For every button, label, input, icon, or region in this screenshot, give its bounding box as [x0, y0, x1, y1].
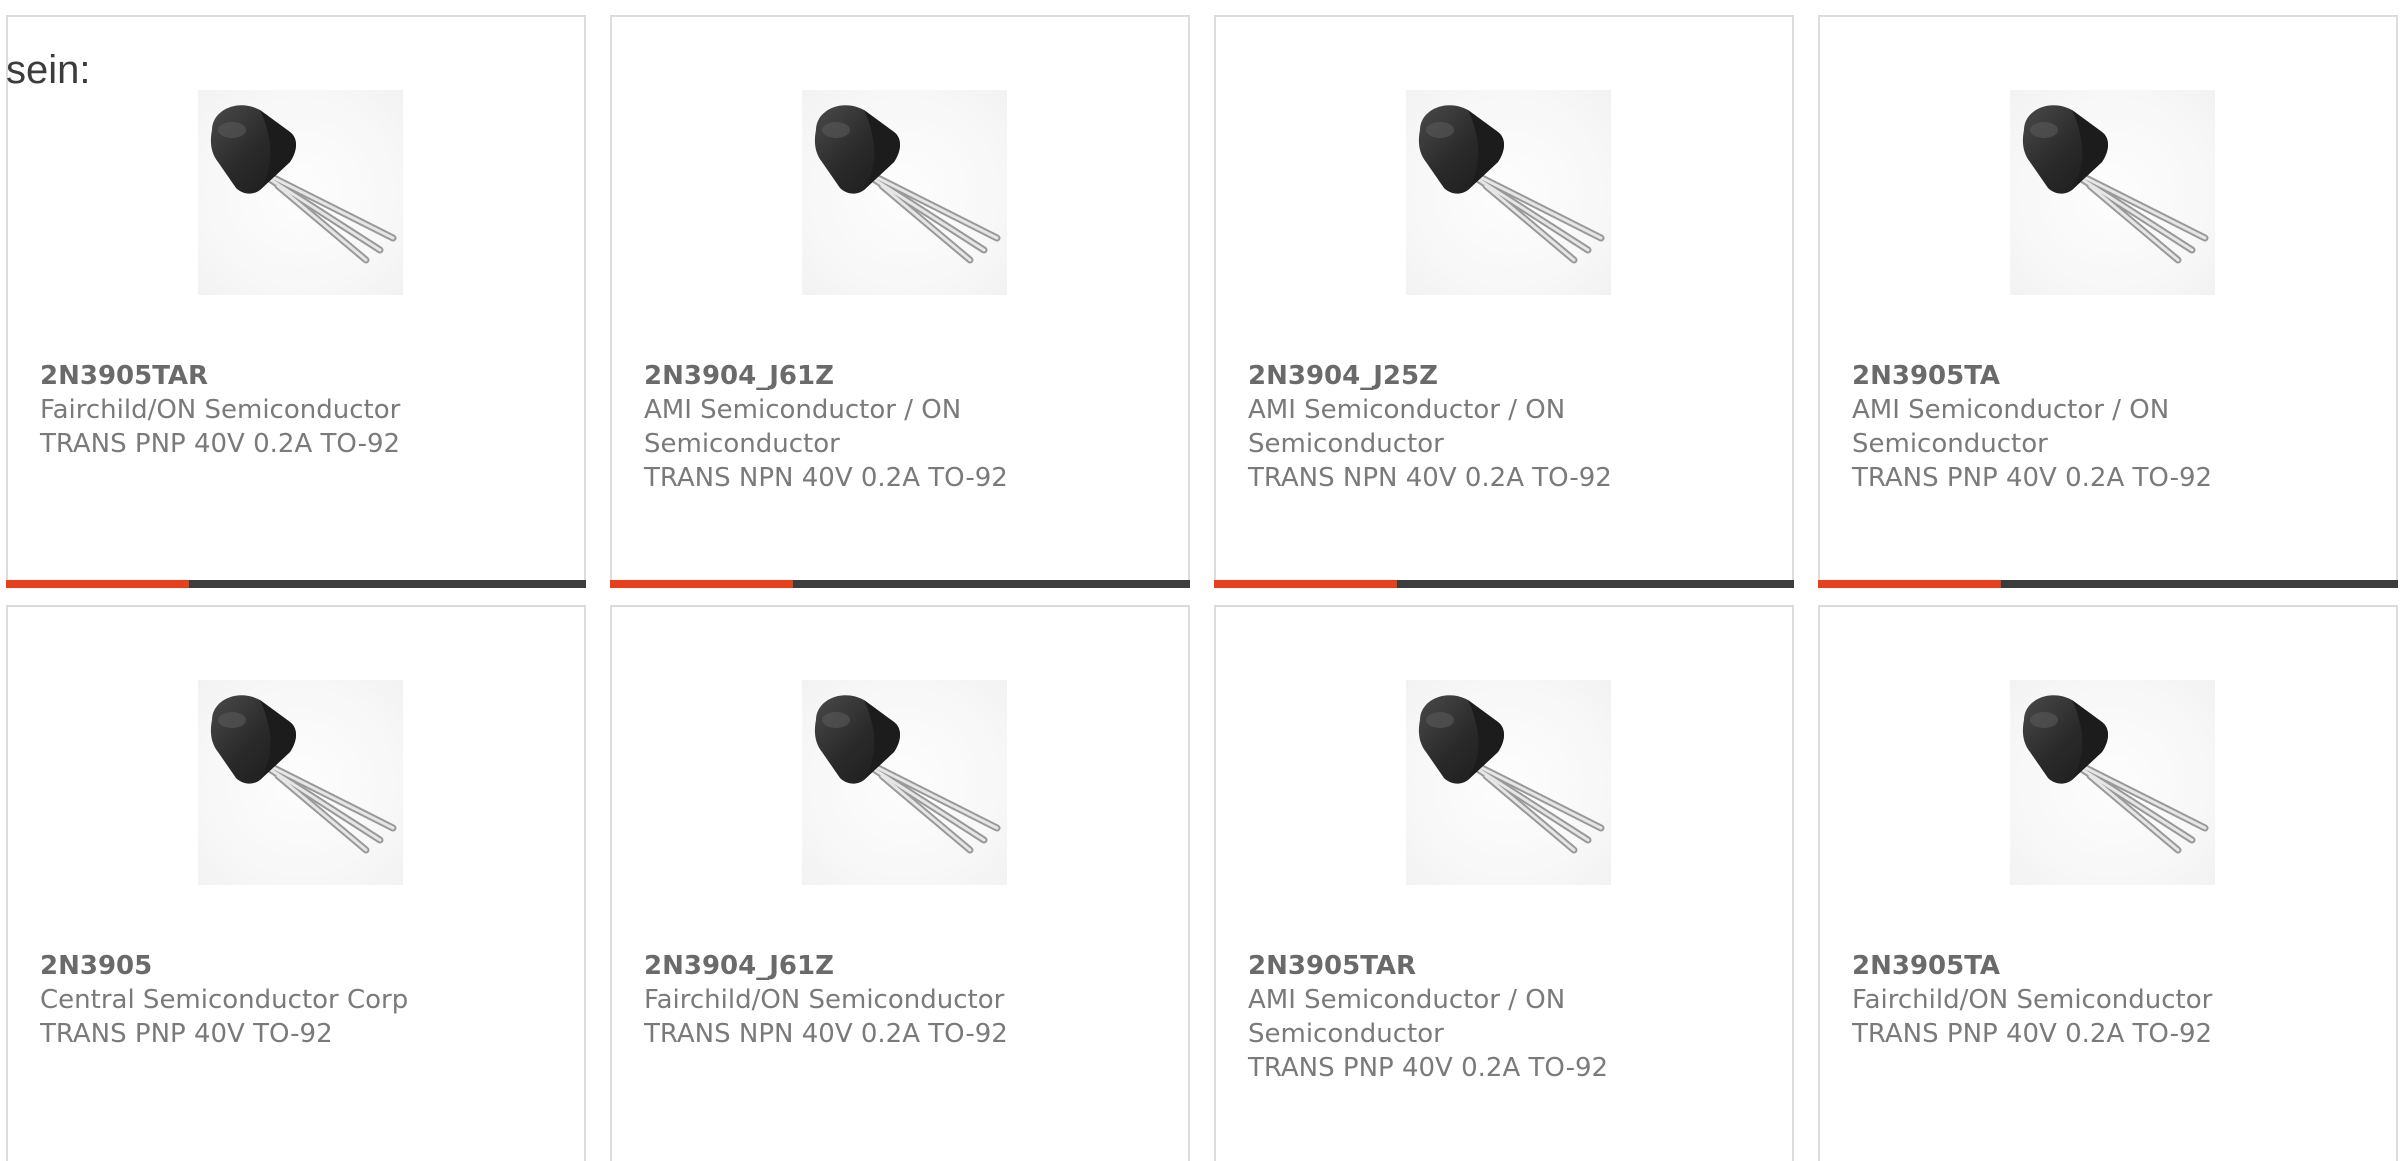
- product-image[interactable]: [198, 680, 403, 885]
- product-card[interactable]: 2N3905TAR AMI Semiconductor / ON Semicon…: [1214, 605, 1794, 1161]
- product-image[interactable]: [1406, 90, 1611, 295]
- part-number-link[interactable]: 2N3904_J61Z: [644, 949, 1064, 983]
- description-text: TRANS PNP 40V 0.2A TO-92: [1852, 463, 2213, 493]
- card-accent-bar: [1214, 580, 1397, 588]
- product-image[interactable]: [802, 90, 1007, 295]
- manufacturer-text: Central Semiconductor Corp: [40, 985, 409, 1015]
- to92-transistor-icon: [2010, 90, 2215, 295]
- product-card[interactable]: 2N3905TAR Fairchild/ON Semiconductor TRA…: [6, 15, 586, 588]
- to92-transistor-icon: [198, 680, 403, 885]
- product-card[interactable]: 2N3905 Central Semiconductor Corp TRANS …: [6, 605, 586, 1161]
- part-number-link[interactable]: 2N3904_J25Z: [1248, 359, 1668, 393]
- card-footer-bar: [6, 580, 586, 588]
- product-card[interactable]: 2N3904_J61Z Fairchild/ON Semiconductor T…: [610, 605, 1190, 1161]
- description-text: TRANS PNP 40V TO-92: [40, 1019, 333, 1049]
- product-image[interactable]: [2010, 90, 2215, 295]
- to92-transistor-icon: [1406, 90, 1611, 295]
- part-number-link[interactable]: 2N3905: [40, 949, 460, 983]
- product-card[interactable]: 2N3904_J25Z AMI Semiconductor / ON Semic…: [1214, 15, 1794, 588]
- part-number-link[interactable]: 2N3905TAR: [1248, 949, 1668, 983]
- description-text: TRANS PNP 40V 0.2A TO-92: [40, 429, 401, 459]
- part-number-link[interactable]: 2N3905TA: [1852, 949, 2272, 983]
- manufacturer-text: AMI Semiconductor / ON Semiconductor: [1852, 395, 2170, 459]
- to92-transistor-icon: [802, 680, 1007, 885]
- to92-transistor-icon: [802, 90, 1007, 295]
- product-info: 2N3905TAR Fairchild/ON Semiconductor TRA…: [40, 359, 460, 461]
- card-footer-bar: [1214, 580, 1794, 588]
- product-image[interactable]: [198, 90, 403, 295]
- manufacturer-text: Fairchild/ON Semiconductor: [40, 395, 401, 425]
- description-text: TRANS NPN 40V 0.2A TO-92: [644, 1019, 1008, 1049]
- part-number-link[interactable]: 2N3905TAR: [40, 359, 460, 393]
- product-info: 2N3905TA Fairchild/ON Semiconductor TRAN…: [1852, 949, 2272, 1051]
- to92-transistor-icon: [1406, 680, 1611, 885]
- product-image[interactable]: [802, 680, 1007, 885]
- product-info: 2N3904_J61Z Fairchild/ON Semiconductor T…: [644, 949, 1064, 1051]
- product-image[interactable]: [1406, 680, 1611, 885]
- description-text: TRANS NPN 40V 0.2A TO-92: [1248, 463, 1612, 493]
- product-card[interactable]: 2N3904_J61Z AMI Semiconductor / ON Semic…: [610, 15, 1190, 588]
- intro-text: sein:: [6, 48, 91, 92]
- product-info: 2N3904_J25Z AMI Semiconductor / ON Semic…: [1248, 359, 1668, 495]
- product-info: 2N3904_J61Z AMI Semiconductor / ON Semic…: [644, 359, 1064, 495]
- part-number-link[interactable]: 2N3904_J61Z: [644, 359, 1064, 393]
- product-card[interactable]: 2N3905TA AMI Semiconductor / ON Semicond…: [1818, 15, 2398, 588]
- manufacturer-text: AMI Semiconductor / ON Semiconductor: [644, 395, 962, 459]
- card-footer-bar: [610, 580, 1190, 588]
- manufacturer-text: AMI Semiconductor / ON Semiconductor: [1248, 985, 1566, 1049]
- card-footer-bar: [1818, 580, 2398, 588]
- manufacturer-text: Fairchild/ON Semiconductor: [644, 985, 1005, 1015]
- card-accent-bar: [1818, 580, 2001, 588]
- description-text: TRANS NPN 40V 0.2A TO-92: [644, 463, 1008, 493]
- card-accent-bar: [610, 580, 793, 588]
- product-info: 2N3905TAR AMI Semiconductor / ON Semicon…: [1248, 949, 1668, 1085]
- part-number-link[interactable]: 2N3905TA: [1852, 359, 2272, 393]
- to92-transistor-icon: [2010, 680, 2215, 885]
- product-image[interactable]: [2010, 680, 2215, 885]
- product-info: 2N3905 Central Semiconductor Corp TRANS …: [40, 949, 460, 1051]
- product-card[interactable]: 2N3905TA Fairchild/ON Semiconductor TRAN…: [1818, 605, 2398, 1161]
- product-info: 2N3905TA AMI Semiconductor / ON Semicond…: [1852, 359, 2272, 495]
- description-text: TRANS PNP 40V 0.2A TO-92: [1248, 1053, 1609, 1083]
- manufacturer-text: AMI Semiconductor / ON Semiconductor: [1248, 395, 1566, 459]
- card-accent-bar: [6, 580, 189, 588]
- description-text: TRANS PNP 40V 0.2A TO-92: [1852, 1019, 2213, 1049]
- to92-transistor-icon: [198, 90, 403, 295]
- manufacturer-text: Fairchild/ON Semiconductor: [1852, 985, 2213, 1015]
